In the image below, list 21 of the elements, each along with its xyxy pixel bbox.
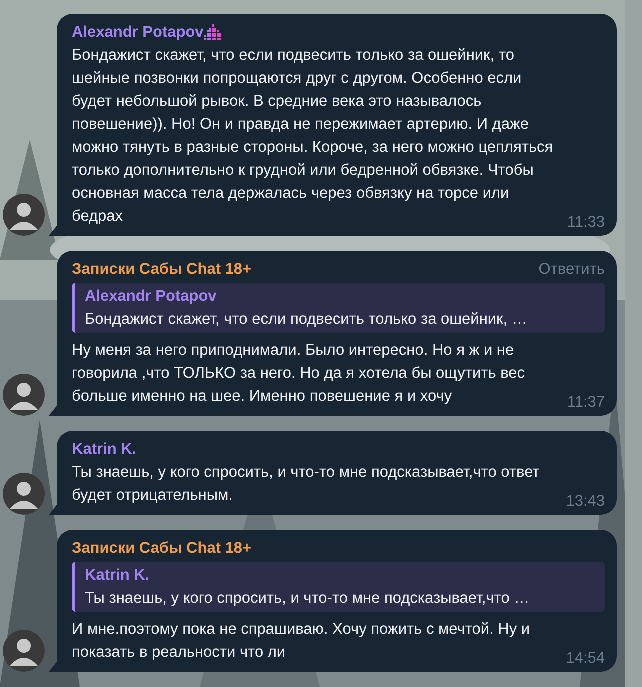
message-time: 11:33 — [567, 213, 605, 233]
quote-text: Бондажист скажет, что если подвесить только за ошейник, … — [85, 310, 528, 330]
author-name[interactable]: Alexandr Potapov — [72, 21, 204, 44]
author-name[interactable]: Katrin K. — [72, 438, 137, 461]
message-text: Бондажист скажет, что если подвесить только за ошейник, то шейные позвонки попрощаются друг с другом. Особенно если будет небольшой рывок. В средние века это называлось повешение)). Но! Он и правда не пережимает артерию. И даже можно тянуть в разные стороны. Короче, за него можно цепляться только дополнительно к грудной или бедренной обвязке. Чтобы основная масса тела держалась через обвязку на торсе или бедрах — [72, 46, 554, 227]
message-text: И мне.поэтому пока не спрашиваю. Хочу пожить с мечтой. Ну и показать в реальности что ли — [72, 620, 532, 663]
message-text: Ты знаешь, у кого спросить, и что-то мне подсказывает,что ответ будет отрицательным. — [72, 463, 541, 506]
avatar[interactable] — [3, 194, 45, 236]
avatar[interactable] — [3, 473, 45, 515]
author-name[interactable]: Записки Сабы Chat 18+ — [72, 537, 252, 560]
quote-author: Katrin K. — [85, 566, 151, 586]
avatar[interactable] — [3, 374, 45, 416]
message-text: Ну меня за него приподнимали. Было интересно. Но я ж и не говорила ,что ТОЛЬКО за него. Но да я хотела бы ощутить вес больше именно на шее. Именно повешение я и хочу — [72, 341, 526, 407]
avatar[interactable] — [3, 630, 45, 672]
quote-author: Alexandr Potapov — [85, 287, 218, 307]
reply-link[interactable]: Ответить — [538, 258, 605, 281]
message-time: 14:54 — [566, 649, 605, 669]
message-time: 11:37 — [567, 393, 605, 413]
message-time: 13:43 — [566, 492, 605, 512]
quote-text: Ты знаешь, у кого спросить, и что-то мне подсказывает,что … — [85, 589, 531, 609]
author-name[interactable]: Записки Сабы Chat 18+ — [72, 258, 252, 281]
